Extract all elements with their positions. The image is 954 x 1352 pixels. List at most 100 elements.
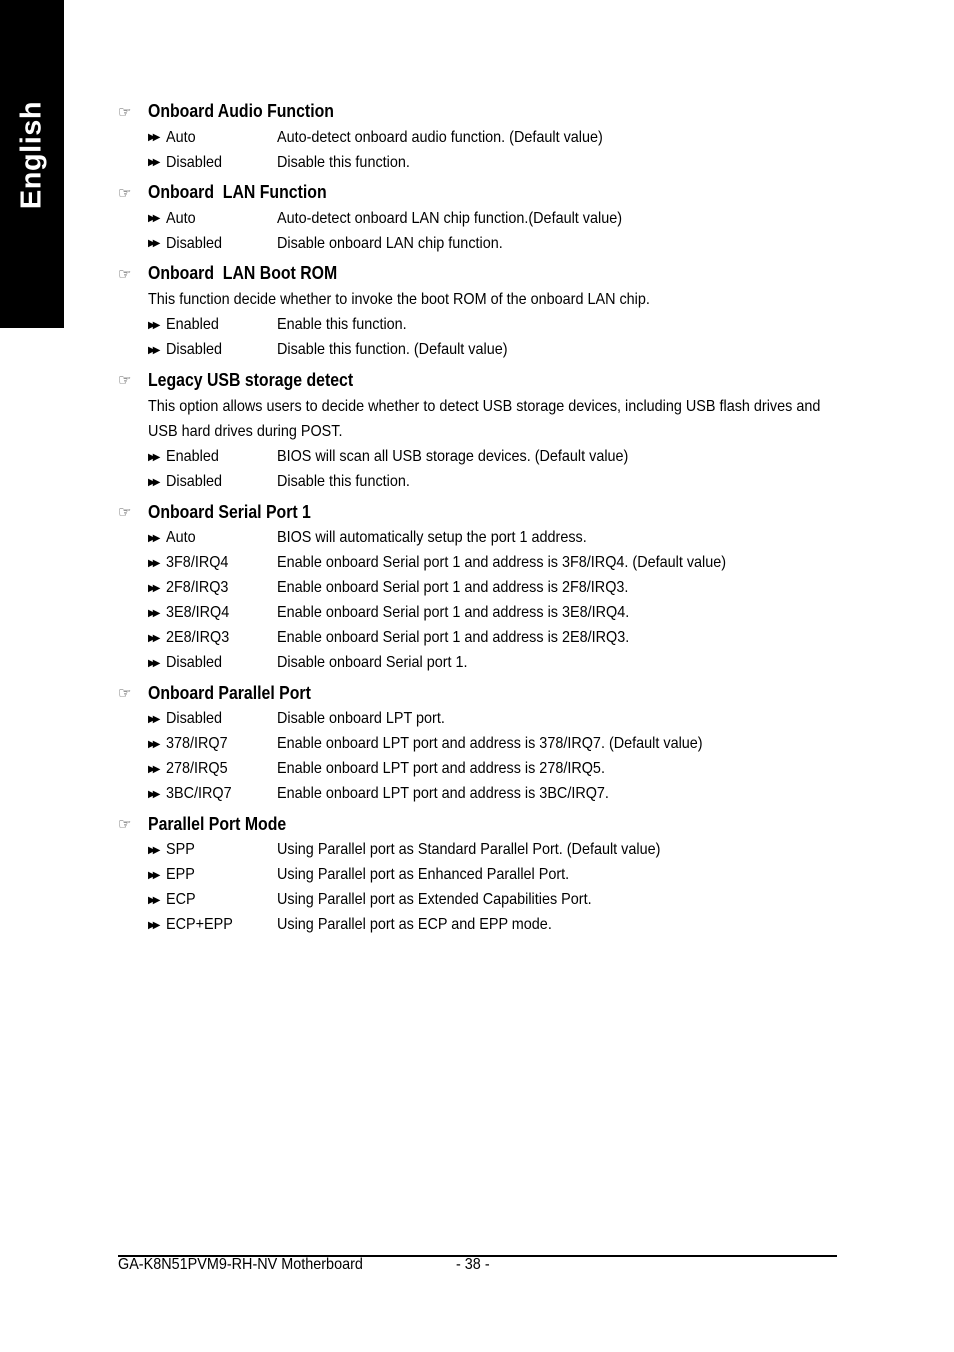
section-heading: ☞ Onboard Serial Port 1: [118, 499, 838, 526]
option-description: Auto-detect onboard audio function. (Def…: [277, 128, 603, 146]
option-name: ECP: [166, 891, 196, 908]
option-description: Disable onboard LPT port.: [277, 710, 445, 727]
double-arrow-icon: ▶▶: [148, 738, 160, 750]
pointing-hand-icon: ☞: [118, 504, 132, 521]
option-name: 2E8/IRQ3: [166, 629, 230, 646]
double-arrow-icon: ▶▶: [148, 763, 160, 775]
option-row: ▶▶ Auto Auto-detect onboard LAN chip funct…: [148, 206, 838, 231]
double-arrow-icon: ▶▶: [148, 319, 160, 331]
double-arrow-icon: ▶▶: [148, 713, 160, 725]
footer-model: GA-K8N51PVM9-RH-NV Motherboard: [118, 1256, 363, 1273]
option-name: 3E8/IRQ4: [166, 604, 230, 621]
option-description: Using Parallel port as Enhanced Parallel…: [277, 866, 570, 883]
section-heading: ☞ Parallel Port Mode: [118, 811, 838, 838]
option-description: Disable this function.: [277, 473, 410, 490]
double-arrow-icon: ▶▶: [148, 869, 160, 881]
section-heading: ☞ Onboard LAN Function: [118, 179, 838, 206]
option-name: SPP: [166, 841, 195, 858]
double-arrow-icon: ▶▶: [148, 476, 160, 488]
option-row: ▶▶ Enabled Enable this function.: [148, 313, 838, 338]
section-heading: ☞ Legacy USB storage detect: [118, 367, 838, 394]
option-row: ▶▶ Auto BIOS will automatically setup the …: [148, 526, 838, 551]
option-name: 278/IRQ5: [166, 760, 228, 777]
setting-section: ☞ Onboard Parallel Port ▶▶ Disabled Disable …: [118, 680, 838, 807]
section-title: Onboard Serial Port 1: [148, 501, 311, 522]
option-description: Enable onboard Serial port 1 and address…: [277, 554, 727, 571]
double-arrow-icon: ▶▶: [148, 532, 160, 544]
pointing-hand-icon: ☞: [118, 184, 132, 202]
setting-section: ☞ Onboard LAN Boot ROM This function decid…: [118, 260, 838, 363]
double-arrow-icon: ▶▶: [148, 788, 160, 800]
pointing-hand-icon: ☞: [118, 816, 132, 833]
double-arrow-icon: ▶▶: [148, 344, 160, 356]
option-row: ▶▶ 3E8/IRQ4 Enable onboard Serial port 1 a…: [148, 601, 838, 626]
setting-section: ☞ Onboard Serial Port 1 ▶▶ Auto BIOS will au…: [118, 499, 838, 676]
setting-section: ☞ Onboard Audio Function ▶▶ Auto Auto-detect…: [118, 98, 838, 175]
option-name: Disabled: [166, 153, 223, 171]
option-name: Disabled: [166, 473, 223, 490]
setting-section: ☞ Parallel Port Mode ▶▶ SPP Using Parallel p…: [118, 811, 838, 938]
option-row: ▶▶ 3F8/IRQ4 Enable onboard Serial port 1 a…: [148, 551, 838, 576]
option-row: ▶▶ Disabled Disable this function.: [148, 150, 838, 175]
language-side-tab: English: [0, 0, 64, 328]
double-arrow-icon: ▶▶: [148, 157, 160, 168]
section-heading: ☞ Onboard Audio Function: [118, 98, 838, 125]
pointing-hand-icon: ☞: [118, 372, 132, 389]
section-title: Parallel Port Mode: [148, 813, 287, 834]
option-row: ▶▶ Disabled Disable onboard Serial port 1.: [148, 651, 838, 676]
option-row: ▶▶ 278/IRQ5 Enable onboard LPT port and ad…: [148, 757, 838, 782]
option-name: ECP+EPP: [166, 916, 233, 933]
option-row: ▶▶ EPP Using Parallel port as Enhanced Par…: [148, 863, 838, 888]
section-description: This function decide whether to invoke t…: [148, 291, 650, 308]
section-title: Onboard LAN Function: [148, 182, 327, 202]
option-name: Auto: [166, 209, 196, 227]
page-number: - 38 -: [456, 1256, 490, 1273]
double-arrow-icon: ▶▶: [148, 607, 160, 619]
section-title: Onboard Parallel Port: [148, 682, 311, 703]
option-name: Disabled: [166, 341, 223, 358]
option-name: 3BC/IRQ7: [166, 785, 232, 802]
option-name: EPP: [166, 866, 195, 883]
double-arrow-icon: ▶▶: [148, 557, 160, 569]
section-title: Legacy USB storage detect: [148, 369, 354, 390]
option-description: Enable onboard Serial port 1 and address…: [277, 579, 629, 596]
double-arrow-icon: ▶▶: [148, 919, 160, 931]
language-label: English: [15, 100, 48, 210]
section-description: This option allows users to decide wheth…: [148, 397, 821, 441]
bios-options-document: ☞ Onboard Audio Function ▶▶ Auto Auto-detect…: [118, 98, 838, 942]
section-heading: ☞ Onboard Parallel Port: [118, 680, 838, 707]
option-description: Enable onboard Serial port 1 and address…: [277, 629, 630, 646]
option-description: BIOS will automatically setup the port 1…: [277, 529, 587, 546]
setting-section: ☞ Onboard LAN Function ▶▶ Auto Auto-detect o…: [118, 179, 838, 256]
option-description: Enable onboard LPT port and address is 3…: [277, 735, 703, 752]
option-description: Disable onboard Serial port 1.: [277, 654, 468, 671]
double-arrow-icon: ▶▶: [148, 213, 160, 224]
option-row: ▶▶ 3BC/IRQ7 Enable onboard LPT port and ad…: [148, 782, 838, 807]
option-name: 3F8/IRQ4: [166, 554, 229, 571]
option-row: ▶▶ Disabled Disable this function.: [148, 470, 838, 495]
option-row: ▶▶ Auto Auto-detect onboard audio function…: [148, 125, 838, 150]
option-description: Disable this function.: [277, 153, 410, 171]
option-name: Auto: [166, 128, 196, 146]
option-row: ▶▶ SPP Using Parallel port as Standard Par…: [148, 838, 838, 863]
pointing-hand-icon: ☞: [118, 685, 132, 702]
double-arrow-icon: ▶▶: [148, 132, 160, 143]
double-arrow-icon: ▶▶: [148, 894, 160, 906]
option-name: Auto: [166, 529, 196, 546]
option-description: Enable this function.: [277, 316, 407, 333]
option-row: ▶▶ 2F8/IRQ3 Enable onboard Serial port 1 a…: [148, 576, 838, 601]
option-name: Enabled: [166, 316, 219, 333]
option-row: ▶▶ Disabled Disable onboard LAN chip funct…: [148, 231, 838, 256]
option-description: Enable onboard LPT port and address is 2…: [277, 760, 605, 777]
option-description: Using Parallel port as Standard Parallel…: [277, 841, 661, 858]
option-description: Enable onboard Serial port 1 and address…: [277, 604, 630, 621]
option-description: Using Parallel port as ECP and EPP mode.: [277, 916, 552, 933]
option-name: Enabled: [166, 448, 219, 465]
option-name: Disabled: [166, 234, 223, 252]
setting-section: ☞ Legacy USB storage detect This option al…: [118, 367, 838, 495]
option-name: 2F8/IRQ3: [166, 579, 229, 596]
option-description: Enable onboard LPT port and address is 3…: [277, 785, 609, 802]
double-arrow-icon: ▶▶: [148, 451, 160, 463]
double-arrow-icon: ▶▶: [148, 582, 160, 594]
double-arrow-icon: ▶▶: [148, 657, 160, 669]
